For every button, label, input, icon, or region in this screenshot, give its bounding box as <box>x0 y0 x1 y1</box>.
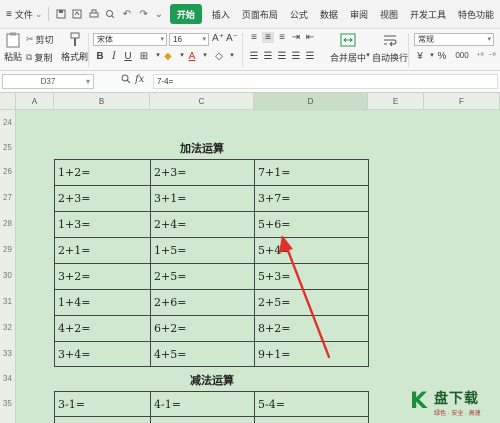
spreadsheet-app: ≡ 文件 ⌄ ↶ ↷ ⌄ 开始 插入 页面布局 公式 数据 审阅 视图 开发工具… <box>0 0 500 423</box>
undo-icon[interactable]: ↶ <box>122 8 133 20</box>
formula-value: 7-4= <box>157 77 174 86</box>
font-size-select[interactable]: 16 ▾ <box>169 33 209 46</box>
chevron-down-icon: ⌄ <box>34 8 43 19</box>
outdent-icon[interactable]: ⇤ <box>304 32 316 43</box>
justify-icon[interactable]: ☰ <box>290 51 302 62</box>
tab-home[interactable]: 开始 <box>169 4 202 24</box>
chevron-down-icon: ▾ <box>85 77 90 86</box>
format-painter-button[interactable]: 格式刷 <box>61 32 88 63</box>
formula-bar: D37 ▾ fx 7-4= <box>0 71 500 93</box>
fill-color-icon[interactable]: ◆ <box>162 51 174 62</box>
scissors-icon: ✂ <box>26 34 34 44</box>
format-painter-label: 格式刷 <box>61 52 89 62</box>
chevron-down-icon: ▾ <box>487 36 491 43</box>
ribbon-toolbar: 粘贴 ✂ 剪切 ⧉ 复制 格式刷 宋体 ▾ 16 ▾ A⁺ A⁻ B I U ⊞… <box>0 29 500 71</box>
indent-icon[interactable]: ⇥ <box>290 32 302 43</box>
font-name-select[interactable]: 宋体 ▾ <box>93 33 167 46</box>
tab-formulas[interactable]: 公式 <box>284 4 314 24</box>
brush-icon <box>67 32 83 48</box>
bold-icon[interactable]: B <box>94 51 106 62</box>
chevron-down-icon[interactable]: ▾ <box>226 51 238 59</box>
thousands-icon[interactable]: 000 <box>452 51 472 60</box>
name-box[interactable]: D37 ▾ <box>2 74 94 89</box>
paste-button[interactable]: 粘贴 <box>4 32 22 63</box>
divider <box>242 33 243 67</box>
menu-icon: ≡ <box>6 8 12 20</box>
chevron-down-icon: ▾ <box>202 36 206 43</box>
menubar: ≡ 文件 ⌄ ↶ ↷ ⌄ 开始 插入 页面布局 公式 数据 审阅 视图 开发工具… <box>0 0 500 29</box>
merge-center-label: 合并居中 <box>330 53 367 63</box>
number-format-select[interactable]: 常规 ▾ <box>414 33 494 46</box>
border-icon[interactable]: ⊞ <box>138 51 150 62</box>
merge-cells-icon <box>340 32 356 48</box>
wrap-text-icon <box>382 32 398 48</box>
redo-icon[interactable]: ↷ <box>138 8 149 20</box>
logo-sub-text: 绿色 · 安全 · 高速 <box>434 410 481 417</box>
eraser-icon[interactable]: ◇ <box>213 51 225 62</box>
align-right-icon[interactable]: ☰ <box>276 51 288 62</box>
italic-icon[interactable]: I <box>108 51 120 62</box>
tab-developer[interactable]: 开发工具 <box>404 4 452 24</box>
name-box-value: D37 <box>40 77 56 86</box>
function-icon[interactable]: fx <box>135 74 144 85</box>
copy-button[interactable]: ⧉ 复制 <box>26 51 52 64</box>
increase-font-icon[interactable]: A⁺ <box>212 33 224 44</box>
align-bottom-icon[interactable]: ≡ <box>276 32 288 43</box>
print-icon[interactable] <box>88 8 99 20</box>
tab-special-features[interactable]: 特色功能 <box>452 4 500 24</box>
watermark-logo: K 盘下载 绿色 · 安全 · 高速 <box>410 383 498 421</box>
chevron-down-icon[interactable]: ▾ <box>199 51 211 59</box>
divider <box>88 33 89 67</box>
copy-label: 复制 <box>34 53 53 63</box>
logo-main-text: 盘下载 <box>434 390 479 407</box>
align-center-icon[interactable]: ☰ <box>262 51 274 62</box>
worksheet-grid[interactable]: A B C D E F 24 25 26 27 28 29 30 31 32 3… <box>0 93 500 423</box>
print-preview-icon[interactable] <box>105 8 116 20</box>
copy-icon: ⧉ <box>26 52 33 62</box>
font-name-value: 宋体 <box>97 35 113 44</box>
merge-center-button[interactable]: 合并居中 <box>330 32 366 64</box>
divider <box>408 33 409 67</box>
number-format-value: 常规 <box>418 35 434 44</box>
font-size-value: 16 <box>173 35 182 44</box>
cut-button[interactable]: ✂ 剪切 <box>26 33 54 46</box>
decrease-decimal-icon[interactable]: ⁻⁰ <box>486 51 498 60</box>
increase-decimal-icon[interactable]: ⁺⁰ <box>474 51 486 60</box>
currency-icon[interactable]: ¥ <box>414 51 426 62</box>
logo-mark: K <box>410 389 428 414</box>
chevron-down-icon: ▾ <box>160 36 164 43</box>
chevron-down-icon[interactable]: ⌄ <box>155 8 163 20</box>
decrease-font-icon[interactable]: A⁻ <box>226 33 238 44</box>
formula-input[interactable]: 7-4= <box>153 74 498 89</box>
tab-view[interactable]: 视图 <box>374 4 404 24</box>
tab-insert[interactable]: 插入 <box>206 4 236 24</box>
paste-label: 粘贴 <box>4 52 23 62</box>
auto-wrap-button[interactable]: 自动换行 <box>372 32 408 64</box>
file-menu-label: 文件 <box>14 9 33 20</box>
tab-data[interactable]: 数据 <box>314 4 344 24</box>
file-menu[interactable]: ≡ 文件 ⌄ <box>3 4 45 24</box>
annotation-arrow <box>279 235 331 359</box>
font-color-icon[interactable]: A <box>186 51 198 62</box>
align-left-icon[interactable]: ☰ <box>248 51 260 62</box>
auto-wrap-label: 自动换行 <box>372 53 409 63</box>
divider <box>48 7 50 21</box>
zoom-icon[interactable] <box>121 74 131 87</box>
save-icon[interactable] <box>55 8 66 20</box>
underline-icon[interactable]: U <box>122 51 134 62</box>
cut-label: 剪切 <box>35 35 54 45</box>
tab-page-layout[interactable]: 页面布局 <box>236 4 284 24</box>
align-top-icon[interactable]: ≡ <box>248 32 260 43</box>
paste-icon <box>5 32 21 48</box>
align-middle-icon[interactable]: ≡ <box>262 32 274 43</box>
export-icon[interactable] <box>72 8 83 20</box>
distribute-icon[interactable]: ☰ <box>304 51 316 62</box>
percent-icon[interactable]: % <box>436 51 448 62</box>
tab-review[interactable]: 审阅 <box>344 4 374 24</box>
